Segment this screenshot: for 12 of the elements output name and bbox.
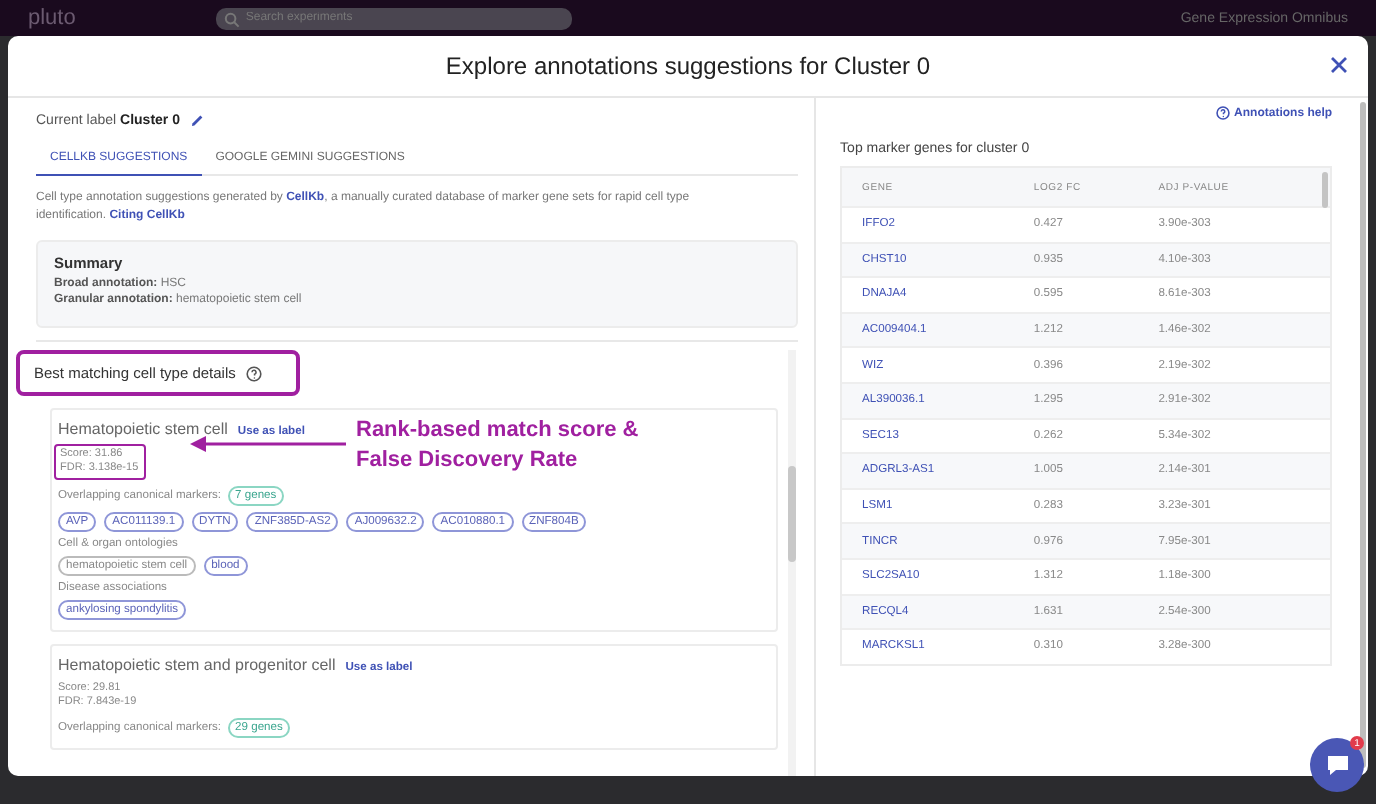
cell-type-name: Hematopoietic stem cell (58, 420, 228, 438)
dialog-title: Explore annotations suggestions for Cluster 0 (445, 52, 931, 80)
cell-type-name: Hematopoietic stem and progenitor cell (58, 656, 336, 674)
scrollbar[interactable] (1322, 172, 1329, 208)
scrollbar[interactable] (788, 350, 797, 776)
help-icon[interactable] (245, 365, 262, 381)
callout-text: Rank-based match score & False Discovery Rate (356, 416, 639, 476)
help-icon (1216, 106, 1231, 120)
close-icon[interactable] (1330, 56, 1348, 74)
chat-bubble-icon (1325, 754, 1349, 776)
search-icon (223, 11, 240, 27)
pencil-icon[interactable] (190, 113, 204, 127)
